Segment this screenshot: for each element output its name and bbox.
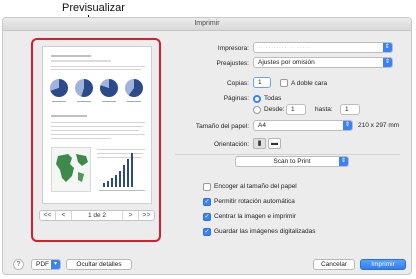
popup-arrows-icon: ⇕ [343,121,352,130]
caption-line [127,101,141,102]
help-button[interactable]: ? [13,259,24,270]
save-scans-checkbox[interactable]: ✓ [203,228,211,236]
text-line [51,134,145,135]
paper-size-label: Tamaño del papel: [195,123,249,130]
duplex-label: A doble cara [291,80,328,87]
pages-all-label: Todas [264,95,282,102]
bar-image [123,165,125,187]
bar-image [115,175,117,187]
popup-arrows-icon: ⇕ [383,58,392,67]
print-dialog: Imprimir << < 1 de 2 > >> Impresora: ·· … [2,17,412,275]
center-image-checkbox[interactable]: ✓ [203,213,211,221]
bar-image [111,178,113,187]
text-line [51,115,87,117]
bar-image [103,183,105,187]
preview-page-thumbnail[interactable] [42,46,152,204]
portrait-orientation-icon[interactable]: ▮ [253,138,266,149]
prev-page-button[interactable]: < [56,211,72,220]
first-page-button[interactable]: << [40,211,56,220]
pages-from-label: Desde: [264,106,285,113]
printer-popup[interactable]: ·· ········ ·· ····· ⇕ [253,42,393,53]
bar-image [107,181,109,187]
paper-size-value: A4 [258,122,266,129]
text-line [97,157,141,158]
paper-dimensions: 210 x 297 mm [358,122,400,129]
pages-label: Páginas: [223,95,249,102]
orientation-label: Orientación: [213,141,249,148]
option-label: Centrar la imagen e imprimir [214,213,296,220]
print-button[interactable]: Imprimir [360,259,406,270]
section-divider [175,154,400,155]
text-line [51,130,139,131]
copies-label: Copias: [226,80,249,87]
pie-chart-image [125,79,143,97]
presets-value: Ajustes por omisión [258,59,315,66]
text-line [51,55,91,57]
pages-to-label: hasta: [315,106,333,113]
section-popup-value: Scan to Print [273,158,311,165]
chevron-down-icon: ▾ [51,260,60,269]
section-popup[interactable]: Scan to Print ⇕ [235,156,349,167]
pages-range-radio[interactable] [253,106,261,114]
option-label: Encoger al tamaño del papel [214,183,297,190]
pages-all-radio[interactable] [253,95,261,103]
text-line [51,69,141,70]
landscape-orientation-icon[interactable]: ▬ [268,138,281,149]
pages-from-input[interactable]: 1 [286,104,306,115]
page-indicator: 1 de 2 [87,212,107,219]
bar-image [119,171,121,187]
hide-details-button[interactable]: Ocultar detalles [66,259,132,270]
text-line [51,122,145,123]
printer-label: Impresora: [217,45,249,52]
preview-panel: << < 1 de 2 > >> [31,38,161,242]
world-map-image [51,147,91,192]
text-line [51,66,145,67]
shrink-to-paper-checkbox[interactable] [203,183,211,191]
option-label: Permitir rotación automática [214,198,295,205]
bar-image [127,159,129,187]
duplex-checkbox[interactable] [280,79,288,87]
cancel-button[interactable]: Cancelar [313,259,355,270]
preview-callout-label: Previsualizar [62,2,125,14]
next-page-button[interactable]: > [122,211,138,220]
printer-value: ·· ········ ·· ····· [258,44,311,51]
last-page-button[interactable]: >> [138,211,154,220]
text-line [51,60,111,62]
window-title: Imprimir [3,18,411,31]
option-label: Guardar las imágenes digitalizadas [214,228,316,235]
copies-input[interactable]: 1 [253,77,271,88]
popup-arrows-icon: ⇕ [383,43,392,52]
popup-arrows-icon: ⇕ [339,157,348,166]
presets-popup[interactable]: Ajustes por omisión ⇕ [253,57,393,68]
pdf-label: PDF [36,261,49,268]
paper-size-popup[interactable]: A4 ⇕ [253,120,353,131]
pie-chart-image [50,79,68,97]
presets-label: Preajustes: [216,60,249,67]
pages-to-input[interactable]: 1 [340,104,360,115]
chart-axis [99,190,145,191]
text-line [97,153,143,154]
text-line [51,126,143,127]
preview-pager: << < 1 de 2 > >> [39,210,155,221]
pie-chart-image [100,79,118,97]
pdf-menu-button[interactable]: PDF ▾ [31,259,61,270]
caption-line [77,101,91,102]
caption-line [102,101,116,102]
bar-image [131,153,133,187]
caption-line [52,101,66,102]
text-line [51,138,111,139]
text-line [97,149,145,150]
pie-chart-image [75,79,93,97]
auto-rotate-checkbox[interactable]: ✓ [203,198,211,206]
